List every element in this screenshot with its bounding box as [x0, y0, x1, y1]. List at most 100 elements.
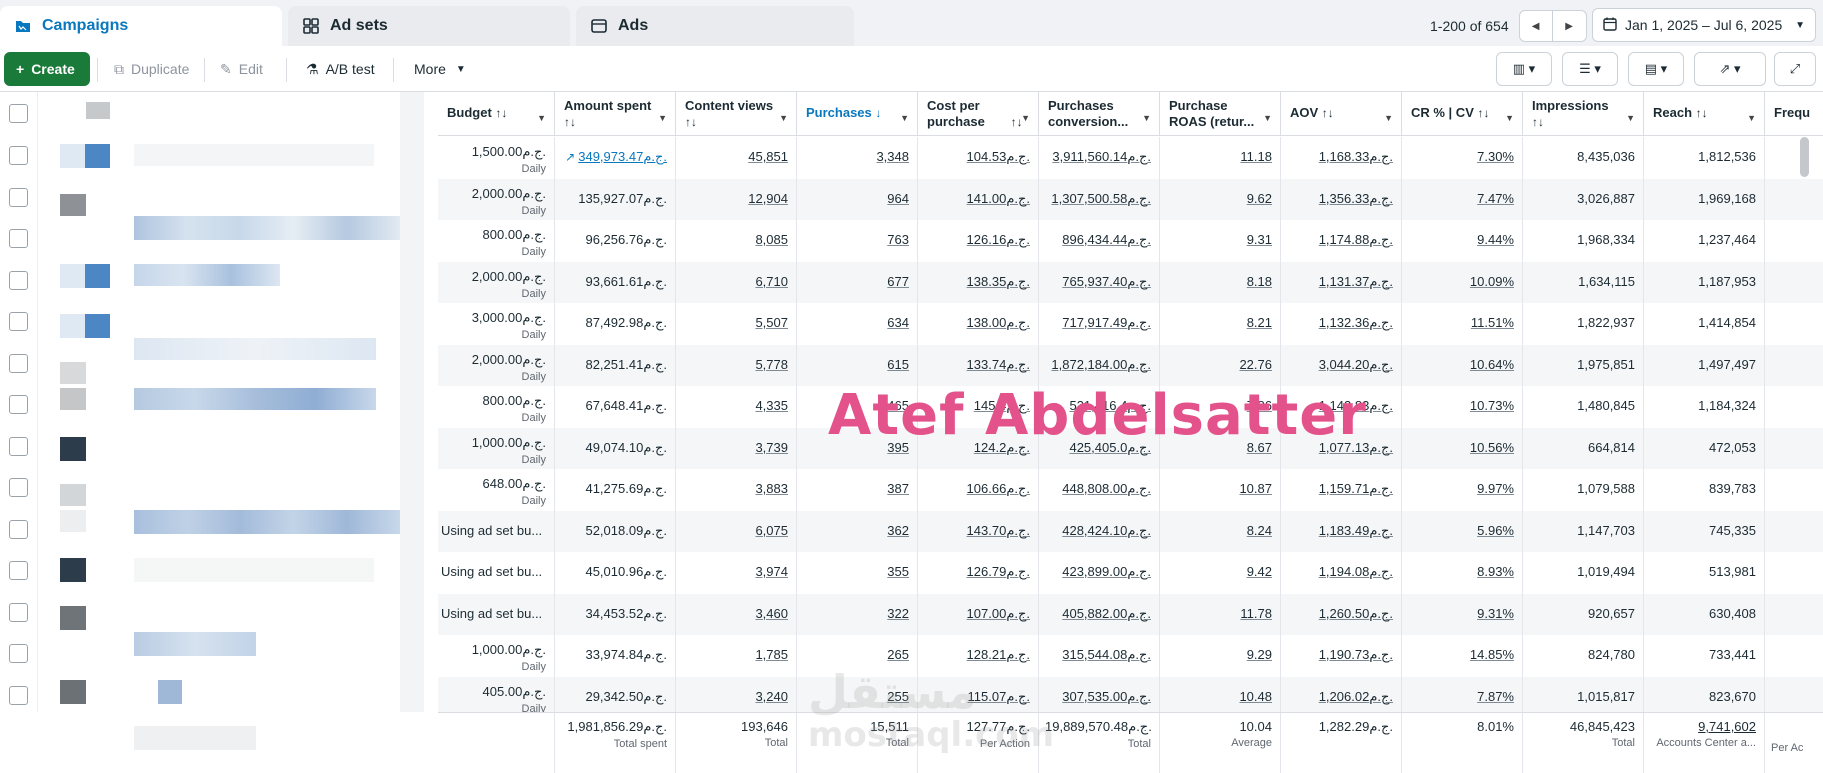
cell-content-views[interactable]: 6,075 [676, 510, 797, 552]
more-button[interactable]: More ▼ [402, 52, 478, 86]
cell-conversion-value[interactable]: 1,872,184.00ج.م. [1039, 344, 1160, 386]
column-header-purchase-roas[interactable]: Purchase ROAS (retur... ▼ [1160, 92, 1281, 136]
cell-cr[interactable]: 5.96% [1402, 510, 1523, 552]
cell-cr[interactable]: 8.93% [1402, 552, 1523, 594]
cell-cost-per-purchase[interactable]: 107.00ج.م. [918, 593, 1039, 635]
row-checkbox[interactable] [9, 644, 28, 663]
row-checkbox[interactable] [9, 520, 28, 539]
cell-content-views[interactable]: 3,460 [676, 593, 797, 635]
cell-cr[interactable]: 14.85% [1402, 635, 1523, 677]
cell-conversion-value[interactable]: 428,424.10ج.م. [1039, 510, 1160, 552]
row-checkbox[interactable] [9, 188, 28, 207]
export-button[interactable]: ⇗ ▾ [1694, 52, 1766, 86]
cell-content-views[interactable]: 3,974 [676, 552, 797, 594]
tab-ads[interactable]: Ads [576, 6, 854, 46]
column-header-budget[interactable]: Budget ↑↓ ▼ [438, 92, 555, 136]
column-header-cr-cv[interactable]: CR % | CV ↑↓ ▼ [1402, 92, 1523, 136]
table-row[interactable]: Using ad set bu... 34,453.52ج.م. 3,460 322 1… [438, 593, 1823, 635]
cell-content-views[interactable]: 5,778 [676, 344, 797, 386]
table-row[interactable]: 648.00ج.م. Daily 41,275.69ج.م. 3,883 387 106.… [438, 469, 1823, 511]
cell-aov[interactable]: 1,132.36ج.م. [1281, 303, 1402, 345]
cell-conversion-value[interactable]: 1,307,500.58ج.م. [1039, 178, 1160, 220]
cell-aov[interactable]: 3,044.20ج.م. [1281, 344, 1402, 386]
cell-cr[interactable]: 9.44% [1402, 220, 1523, 262]
cell-purchases[interactable]: 634 [797, 303, 918, 345]
row-checkbox[interactable] [9, 561, 28, 580]
cell-purchases[interactable]: 387 [797, 469, 918, 511]
table-row[interactable]: 2,000.00ج.م. Daily 93,661.61ج.م. 6,710 677 13… [438, 261, 1823, 303]
cell-cr[interactable]: 9.31% [1402, 593, 1523, 635]
cell-aov[interactable]: 1,194.08ج.م. [1281, 552, 1402, 594]
cell-content-views[interactable]: 45,851 [676, 137, 797, 179]
breakdown-button[interactable]: ☰ ▾ [1562, 52, 1618, 86]
cell-content-views[interactable]: 3,883 [676, 469, 797, 511]
cell-roas[interactable]: 8.21 [1160, 303, 1281, 345]
column-header-frequency[interactable]: Frequ [1765, 92, 1823, 136]
cell-cr[interactable]: 7.47% [1402, 178, 1523, 220]
cell-conversion-value[interactable]: 448,808.00ج.م. [1039, 469, 1160, 511]
cell-content-views[interactable]: 12,904 [676, 178, 797, 220]
cell-cost-per-purchase[interactable]: 104.53ج.م. [918, 137, 1039, 179]
cell-budget[interactable]: 1,000.00ج.م. Daily [438, 635, 555, 677]
cell-cr[interactable]: 7.30% [1402, 137, 1523, 179]
cell-cost-per-purchase[interactable]: 138.35ج.م. [918, 261, 1039, 303]
row-checkbox[interactable] [9, 229, 28, 248]
cell-aov[interactable]: 1,159.71ج.م. [1281, 469, 1402, 511]
row-checkbox[interactable] [9, 395, 28, 414]
column-header-reach[interactable]: Reach ↑↓ ▼ [1644, 92, 1765, 136]
cell-roas[interactable]: 10.87 [1160, 469, 1281, 511]
cell-aov[interactable]: 1,190.73ج.م. [1281, 635, 1402, 677]
cell-conversion-value[interactable]: 3,911,560.14ج.م. [1039, 137, 1160, 179]
cell-budget[interactable]: Using ad set bu... [438, 510, 555, 552]
cell-purchases[interactable]: 355 [797, 552, 918, 594]
row-checkbox[interactable] [9, 686, 28, 705]
column-header-impressions[interactable]: Impressions ↑↓ ▼ [1523, 92, 1644, 136]
cell-aov[interactable]: 1,168.33ج.م. [1281, 137, 1402, 179]
cell-cost-per-purchase[interactable]: 138.00ج.م. [918, 303, 1039, 345]
cell-cost-per-purchase[interactable]: 126.79ج.م. [918, 552, 1039, 594]
column-header-aov[interactable]: AOV ↑↓ ▼ [1281, 92, 1402, 136]
cell-budget[interactable]: 2,000.00ج.م. Daily [438, 261, 555, 303]
reports-button[interactable]: ▤ ▾ [1628, 52, 1684, 86]
cell-cost-per-purchase[interactable]: 133.74ج.م. [918, 344, 1039, 386]
cell-content-views[interactable]: 5,507 [676, 303, 797, 345]
duplicate-button[interactable]: ⧉ Duplicate [102, 52, 201, 86]
cell-roas[interactable]: 11.18 [1160, 137, 1281, 179]
cell-roas[interactable]: 22.76 [1160, 344, 1281, 386]
cell-cr[interactable]: 11.51% [1402, 303, 1523, 345]
table-row[interactable]: 1,500.00ج.م. Daily ↗ 349,973.47ج.م. 45,851 3,… [438, 137, 1823, 179]
column-header-content-views[interactable]: Content views ↑↓ ▼ [676, 92, 797, 136]
table-row[interactable]: 1,000.00ج.م. Daily 33,974.84ج.م. 1,785 265 12… [438, 635, 1823, 677]
row-checkbox[interactable] [9, 271, 28, 290]
column-header-amount-spent[interactable]: Amount spent ↑↓ ▼ [555, 92, 676, 136]
cell-cr[interactable]: 10.56% [1402, 427, 1523, 469]
vertical-scrollbar[interactable] [1800, 137, 1809, 177]
cell-budget[interactable]: Using ad set bu... [438, 552, 555, 594]
cell-budget[interactable]: 2,000.00ج.م. Daily [438, 178, 555, 220]
table-row[interactable]: 800.00ج.م. Daily 96,256.76ج.م. 8,085 763 126.… [438, 220, 1823, 262]
row-checkbox[interactable] [9, 312, 28, 331]
cell-conversion-value[interactable]: 315,544.08ج.م. [1039, 635, 1160, 677]
cell-purchases[interactable]: 615 [797, 344, 918, 386]
cell-purchases[interactable]: 677 [797, 261, 918, 303]
cell-roas[interactable]: 9.62 [1160, 178, 1281, 220]
charts-button[interactable]: ⤢ [1774, 52, 1816, 86]
cell-roas[interactable]: 9.31 [1160, 220, 1281, 262]
cell-content-views[interactable]: 6,710 [676, 261, 797, 303]
cell-aov[interactable]: 1,260.50ج.م. [1281, 593, 1402, 635]
table-row[interactable]: Using ad set bu... 52,018.09ج.م. 6,075 362 1… [438, 510, 1823, 552]
cell-cr[interactable]: 9.97% [1402, 469, 1523, 511]
cell-amount-spent[interactable]: ↗ 349,973.47ج.م. [555, 137, 676, 179]
row-checkbox[interactable] [9, 354, 28, 373]
cell-purchases[interactable]: 322 [797, 593, 918, 635]
row-checkbox[interactable] [9, 146, 28, 165]
cell-cr[interactable]: 10.64% [1402, 344, 1523, 386]
cell-cost-per-purchase[interactable]: 126.16ج.م. [918, 220, 1039, 262]
cell-roas[interactable]: 8.18 [1160, 261, 1281, 303]
table-row[interactable]: 2,000.00ج.م. Daily 82,251.41ج.م. 5,778 615 13… [438, 344, 1823, 386]
edit-button[interactable]: ✎ Edit [208, 52, 275, 86]
cell-budget[interactable]: 1,000.00ج.م. Daily [438, 427, 555, 469]
cell-budget[interactable]: 648.00ج.م. Daily [438, 469, 555, 511]
column-header-purchases-conversion[interactable]: Purchases conversion... ▼ [1039, 92, 1160, 136]
cell-cost-per-purchase[interactable]: 143.70ج.م. [918, 510, 1039, 552]
